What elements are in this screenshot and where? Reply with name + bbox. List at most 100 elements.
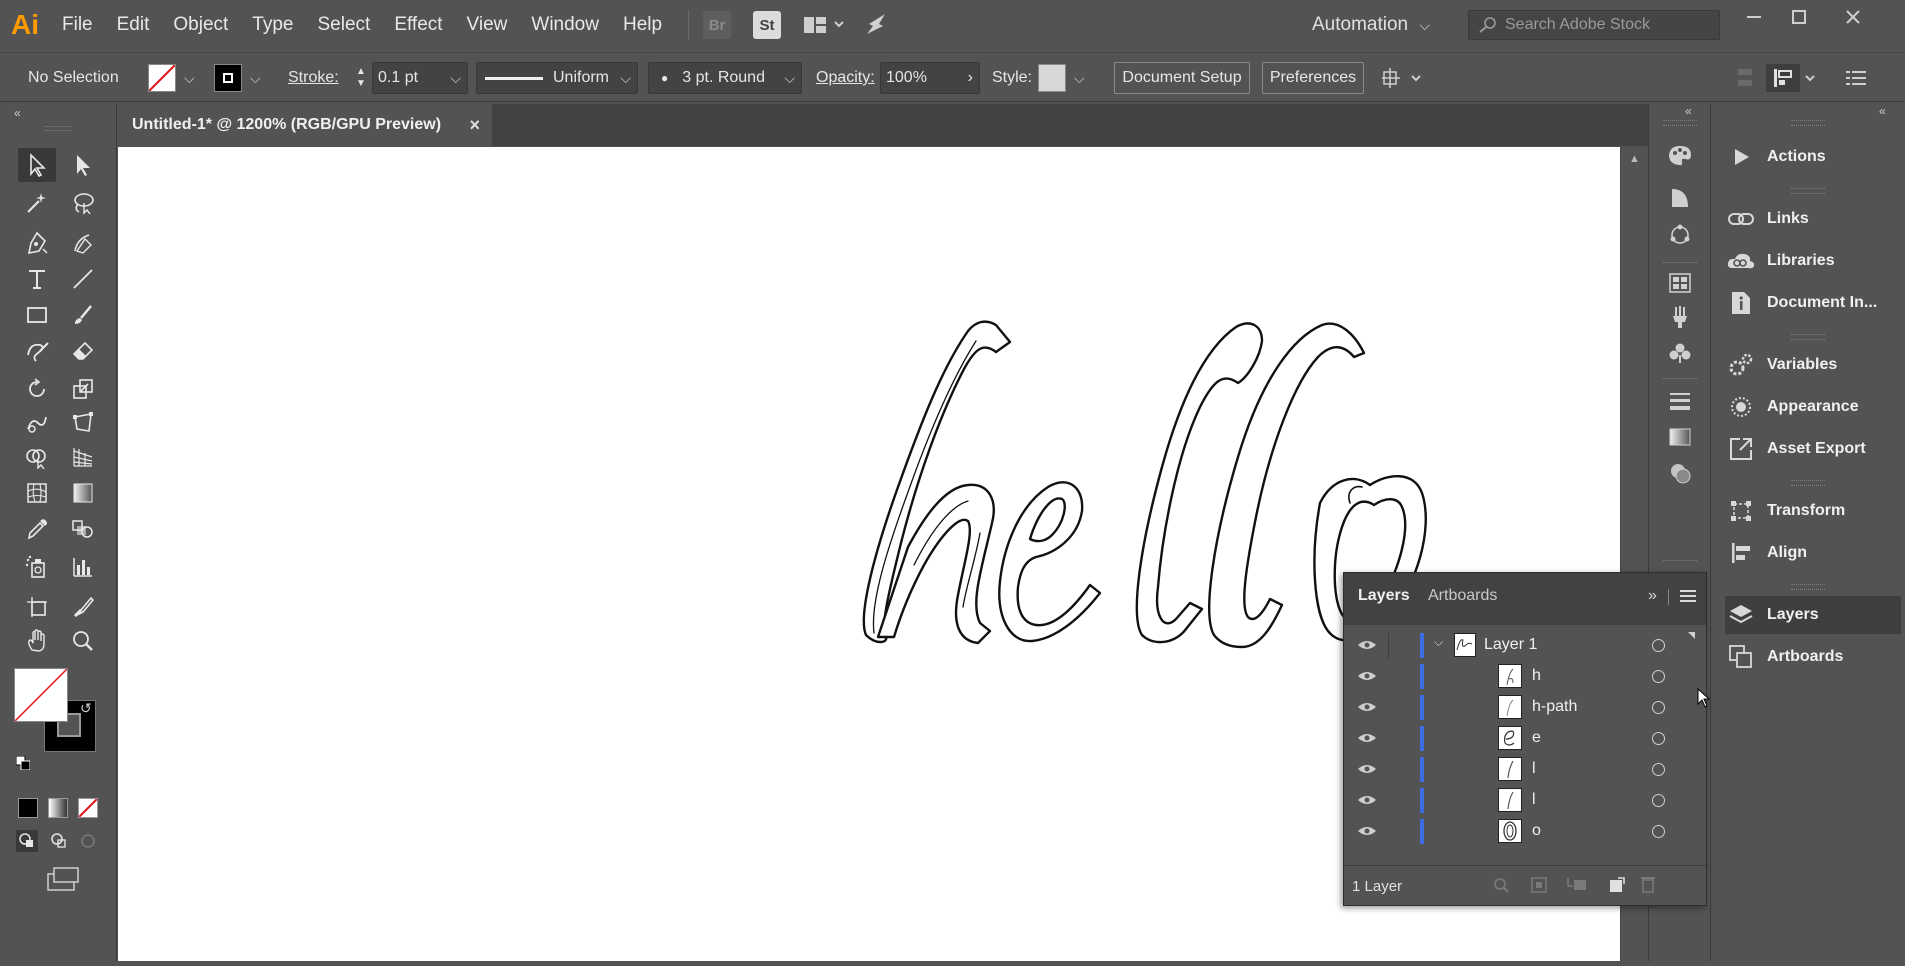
perspective-grid-tool[interactable] xyxy=(64,440,102,474)
stroke-dropdown-icon[interactable]: ⌵ xyxy=(250,62,261,94)
stroke-panel-icon[interactable] xyxy=(1661,384,1699,418)
fill-dropdown-icon[interactable]: ⌵ xyxy=(184,62,195,94)
shape-builder-tool[interactable] xyxy=(18,440,56,474)
target-icon[interactable] xyxy=(1652,639,1665,652)
sublayer-row[interactable]: l xyxy=(1344,785,1706,816)
menu-edit[interactable]: Edit xyxy=(105,0,162,50)
actions-panel-button[interactable]: Actions xyxy=(1725,138,1901,176)
warp-tool[interactable] xyxy=(18,406,56,440)
scale-tool[interactable] xyxy=(64,372,102,406)
color-palette-icon[interactable] xyxy=(1661,138,1699,172)
visibility-eye-icon[interactable] xyxy=(1356,669,1378,688)
free-transform-tool[interactable] xyxy=(64,406,102,440)
default-fill-stroke-icon[interactable] xyxy=(15,755,31,775)
mesh-tool[interactable] xyxy=(18,476,56,510)
visibility-eye-icon[interactable] xyxy=(1356,824,1378,843)
rectangle-tool[interactable] xyxy=(18,298,56,332)
sublayer-row[interactable]: h xyxy=(1344,661,1706,692)
dock-grip[interactable] xyxy=(1663,120,1697,126)
maximize-icon[interactable] xyxy=(1776,0,1821,34)
gradient-mode-button[interactable] xyxy=(48,798,68,818)
selection-tool[interactable] xyxy=(18,148,56,182)
collapse-toolbar-icon[interactable]: « xyxy=(14,106,21,120)
layer-row-parent[interactable]: ⌵ Layer 1 xyxy=(1344,630,1706,661)
panel-menu-icon[interactable] xyxy=(1680,589,1696,608)
sublayer-name[interactable]: h-path xyxy=(1532,698,1577,716)
opacity-label[interactable]: Opacity: xyxy=(816,62,875,94)
layer-name[interactable]: Layer 1 xyxy=(1484,636,1537,654)
opacity-field[interactable]: 100% › xyxy=(880,62,980,94)
sublayer-name[interactable]: e xyxy=(1532,729,1541,747)
brush-definition[interactable]: ● 3 pt. Round ⌵ xyxy=(648,62,802,94)
layers-panel-header[interactable]: Layers Artboards » xyxy=(1344,573,1706,625)
document-tab[interactable]: Untitled-1* @ 1200% (RGB/GPU Preview) × xyxy=(118,104,492,146)
target-icon[interactable] xyxy=(1652,763,1665,776)
appearance-panel-button[interactable]: Appearance xyxy=(1725,388,1901,426)
minimize-icon[interactable] xyxy=(1731,0,1776,34)
stroke-stepper[interactable]: ▲ ▼ xyxy=(350,62,372,94)
variable-width-profile[interactable]: Uniform ⌵ xyxy=(476,62,638,94)
type-tool[interactable] xyxy=(18,262,56,296)
panel-grip[interactable] xyxy=(1791,120,1825,126)
target-icon[interactable] xyxy=(1652,732,1665,745)
menu-select[interactable]: Select xyxy=(306,0,383,50)
sublayer-row[interactable]: h-path xyxy=(1344,692,1706,723)
eyedropper-tool[interactable] xyxy=(18,512,56,546)
sublayer-name[interactable]: l xyxy=(1532,760,1536,778)
variables-panel-button[interactable]: Variables xyxy=(1725,346,1901,384)
transform-panel-button[interactable]: Transform xyxy=(1725,492,1901,530)
gradient-panel-icon[interactable] xyxy=(1661,420,1699,454)
close-window-icon[interactable] xyxy=(1830,0,1875,34)
sublayer-name[interactable]: o xyxy=(1532,822,1541,840)
gradient-tool[interactable] xyxy=(64,476,102,510)
artboard-tool[interactable] xyxy=(18,590,56,624)
swap-fill-stroke-icon[interactable]: ↺ xyxy=(80,700,92,717)
magic-wand-tool[interactable] xyxy=(18,186,56,220)
target-icon[interactable] xyxy=(1652,670,1665,683)
panel-grip[interactable] xyxy=(1791,188,1825,194)
direct-selection-tool[interactable] xyxy=(64,148,102,182)
make-clipping-mask-icon[interactable] xyxy=(1530,876,1548,899)
curvature-tool[interactable] xyxy=(64,226,102,260)
workspace-switcher[interactable]: Automation ⌵ xyxy=(1312,0,1430,50)
quick-actions-icon[interactable] xyxy=(1382,62,1426,94)
stroke-weight-field[interactable]: 0.1 pt ⌵ xyxy=(372,62,468,94)
sublayer-name[interactable]: h xyxy=(1532,667,1541,685)
menu-object[interactable]: Object xyxy=(161,0,240,50)
panel-grip[interactable] xyxy=(1791,584,1825,590)
hand-tool[interactable] xyxy=(18,624,56,658)
stock-search-input[interactable]: Search Adobe Stock xyxy=(1468,10,1720,40)
toolbar-grip[interactable] xyxy=(44,126,72,131)
collapse-panel-icon[interactable]: » xyxy=(1648,587,1657,605)
pen-tool[interactable] xyxy=(18,226,56,260)
visibility-eye-icon[interactable] xyxy=(1356,700,1378,719)
lasso-tool[interactable] xyxy=(64,186,102,220)
change-screen-mode-icon[interactable] xyxy=(44,866,80,897)
fill-swatch[interactable] xyxy=(148,64,176,92)
rotate-tool[interactable] xyxy=(18,372,56,406)
sublayer-row[interactable]: l xyxy=(1344,754,1706,785)
target-icon[interactable] xyxy=(1652,825,1665,838)
target-icon[interactable] xyxy=(1652,794,1665,807)
zoom-tool[interactable] xyxy=(64,624,102,658)
visibility-eye-icon[interactable] xyxy=(1356,731,1378,750)
arrange-documents-icon[interactable] xyxy=(803,14,849,36)
blend-tool[interactable] xyxy=(64,512,102,546)
brushes-icon[interactable] xyxy=(1661,300,1699,334)
align-to-icon[interactable] xyxy=(1734,62,1756,94)
menu-effect[interactable]: Effect xyxy=(382,0,454,50)
visibility-eye-icon[interactable] xyxy=(1356,793,1378,812)
document-info-panel-button[interactable]: Document In... xyxy=(1725,284,1901,322)
line-segment-tool[interactable] xyxy=(64,262,102,296)
links-panel-button[interactable]: Links xyxy=(1725,200,1901,238)
close-tab-icon[interactable]: × xyxy=(469,115,480,136)
libraries-panel-button[interactable]: Libraries xyxy=(1725,242,1901,280)
stroke-label[interactable]: Stroke: xyxy=(288,62,339,94)
panel-grip[interactable] xyxy=(1791,480,1825,486)
align-panel-button[interactable]: Align xyxy=(1725,534,1901,572)
shaper-tool[interactable] xyxy=(18,334,56,368)
document-setup-button[interactable]: Document Setup xyxy=(1114,62,1250,94)
symbol-sprayer-tool[interactable] xyxy=(18,550,56,584)
eraser-tool[interactable] xyxy=(64,334,102,368)
symbols-icon[interactable] xyxy=(1661,336,1699,370)
